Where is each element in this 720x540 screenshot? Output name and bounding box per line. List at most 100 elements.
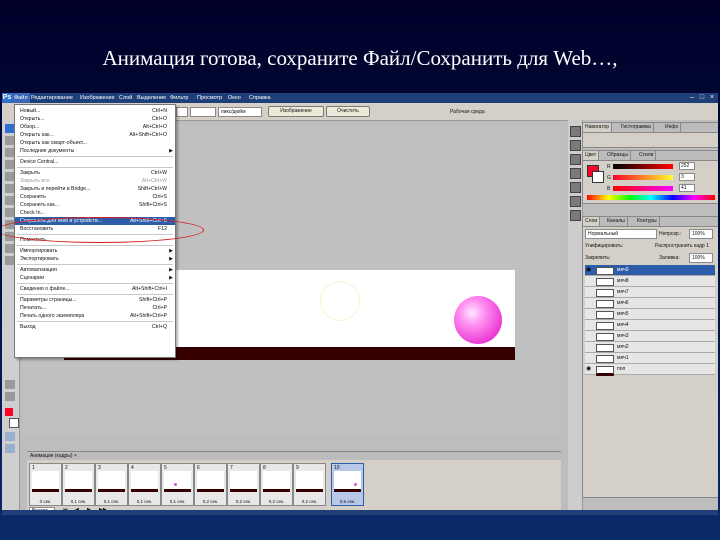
tool-presets-dock-icon[interactable]: [570, 168, 581, 179]
layer-row[interactable]: мяч3: [585, 331, 715, 342]
zoom-tool-icon[interactable]: [5, 392, 15, 401]
layer-row[interactable]: мяч7: [585, 287, 715, 298]
menu-item-recent-documents[interactable]: Последние документы ▶: [15, 147, 175, 155]
menu-item-print[interactable]: Печатать... Ctrl+P: [15, 304, 175, 312]
menu-item-check-in[interactable]: Check In...: [15, 209, 175, 217]
menu-layer[interactable]: Слой: [117, 93, 134, 103]
menu-window[interactable]: Окно: [226, 93, 243, 103]
submenu-arrow-icon: ▶: [169, 275, 173, 281]
hand-tool-icon[interactable]: [5, 380, 15, 389]
tab-swatches[interactable]: Образцы: [605, 151, 632, 160]
animation-frame[interactable]: 10 сек.: [29, 463, 62, 506]
resolution-unit-select[interactable]: пикс/дюйм: [218, 107, 262, 117]
navigator-dock-icon[interactable]: [570, 126, 581, 137]
animation-frame[interactable]: 9 0,2 сек.: [293, 463, 326, 506]
tab-navigator[interactable]: Навигатор: [583, 123, 613, 132]
image-button[interactable]: Изображение: [268, 106, 324, 117]
tab-info[interactable]: Инфо: [663, 123, 682, 132]
animation-frame[interactable]: 6 0,2 сек.: [194, 463, 227, 506]
eye-icon[interactable]: ◉: [586, 267, 594, 273]
tab-channels[interactable]: Каналы: [605, 217, 628, 226]
background-color-swatch[interactable]: [9, 418, 19, 428]
blue-slider[interactable]: [613, 186, 673, 191]
screen-mode-icon[interactable]: [5, 444, 15, 453]
minimize-button[interactable]: –: [688, 94, 696, 101]
character-dock-icon[interactable]: [570, 196, 581, 207]
blend-mode-select[interactable]: Нормальный: [585, 229, 657, 239]
tab-styles[interactable]: Стили: [637, 151, 657, 160]
menu-item-page-setup[interactable]: Параметры страницы... Shift+Ctrl+P: [15, 296, 175, 304]
layer-row[interactable]: мяч5: [585, 309, 715, 320]
animation-frame[interactable]: 4 0,1 сек.: [128, 463, 161, 506]
menu-view[interactable]: Просмотр: [195, 93, 224, 103]
fill-field[interactable]: 100%: [689, 253, 713, 263]
menu-select[interactable]: Выделение: [135, 93, 168, 103]
menu-item-export[interactable]: Экспортировать ▶: [15, 255, 175, 263]
green-slider[interactable]: [613, 175, 673, 180]
quick-mask-icon[interactable]: [5, 432, 15, 441]
maximize-button[interactable]: □: [698, 94, 706, 101]
eye-icon[interactable]: ◉: [586, 366, 594, 372]
tab-histogram[interactable]: Гистограмма: [619, 123, 654, 132]
menu-item-import[interactable]: Импортировать ▶: [15, 247, 175, 255]
tab-paths[interactable]: Контуры: [635, 217, 660, 226]
paragraph-dock-icon[interactable]: [570, 210, 581, 221]
menu-item-file-info[interactable]: Сведения о файле... Alt+Shift+Ctrl+I: [15, 285, 175, 293]
history-dock-icon[interactable]: [570, 140, 581, 151]
menu-item-exit[interactable]: Выход Ctrl+Q: [15, 323, 175, 331]
menu-item-open[interactable]: Открыть... Ctrl+O: [15, 115, 175, 123]
propagate-frame-checkbox[interactable]: Распространить кадр 1: [655, 243, 709, 249]
menu-item-close-go-to-bridge[interactable]: Закрыть и перейти в Bridge... Shift+Ctrl+…: [15, 185, 175, 193]
menu-edit[interactable]: Редактирование: [29, 93, 75, 103]
layer-row[interactable]: мяч1: [585, 353, 715, 364]
animation-frame[interactable]: 3 0,1 сек.: [95, 463, 128, 506]
workspace-label[interactable]: Рабочая среда: [450, 109, 485, 115]
menu-item-browse[interactable]: Обзор... Alt+Ctrl+O: [15, 123, 175, 131]
animation-panel-title[interactable]: Анимация (кадры) ×: [30, 453, 77, 459]
menu-item-automate[interactable]: Автоматизация ▶: [15, 266, 175, 274]
width-field[interactable]: [176, 107, 188, 117]
foreground-color-swatch[interactable]: [5, 408, 13, 416]
background-color-chip[interactable]: [592, 171, 604, 183]
layer-row[interactable]: ◉ мяч9: [585, 265, 715, 276]
tab-layers[interactable]: Слои: [583, 217, 601, 226]
layer-row[interactable]: мяч8: [585, 276, 715, 287]
opacity-field[interactable]: 100%: [689, 229, 713, 239]
close-button[interactable]: ×: [708, 94, 716, 101]
layer-row[interactable]: мяч2: [585, 342, 715, 353]
red-slider[interactable]: [613, 164, 673, 169]
animation-frame[interactable]: 7 0,2 сек.: [227, 463, 260, 506]
blue-value-field[interactable]: 41: [679, 184, 695, 192]
menu-item-close[interactable]: Закрыть Ctrl+W: [15, 169, 175, 177]
menu-item-open-as[interactable]: Открыть как... Alt+Shift+Ctrl+O: [15, 131, 175, 139]
animation-frame[interactable]: 2 0,1 сек.: [62, 463, 95, 506]
tab-color[interactable]: Цвет: [583, 151, 600, 160]
menu-item-close-all[interactable]: Закрыть все Alt+Ctrl+W: [15, 177, 175, 185]
menu-image[interactable]: Изображение: [78, 93, 117, 103]
clone-source-dock-icon[interactable]: [570, 182, 581, 193]
green-value-field[interactable]: 3: [679, 173, 695, 181]
menu-item-device-central[interactable]: Device Central...: [15, 158, 175, 166]
menu-item-new[interactable]: Новый... Ctrl+N: [15, 107, 175, 115]
menu-item-open-smart-object[interactable]: Открыть как смарт-объект...: [15, 139, 175, 147]
menu-item-save-as[interactable]: Сохранить как... Shift+Ctrl+S: [15, 201, 175, 209]
layer-row[interactable]: ◉ пол: [585, 364, 715, 376]
resolution-field[interactable]: [190, 107, 216, 117]
menu-file[interactable]: Файл: [12, 93, 30, 103]
color-ramp[interactable]: [587, 195, 715, 200]
brushes-dock-icon[interactable]: [570, 154, 581, 165]
menu-filter[interactable]: Фильтр: [168, 93, 190, 103]
clear-button[interactable]: Очистить: [326, 106, 370, 117]
animation-frame[interactable]: 8 0,2 сек.: [260, 463, 293, 506]
red-value-field[interactable]: 252: [679, 162, 695, 170]
menu-item-print-one-copy[interactable]: Печать одного экземпляра Alt+Shift+Ctrl+P: [15, 312, 175, 320]
menu-help[interactable]: Справка: [247, 93, 273, 103]
layer-row[interactable]: мяч6: [585, 298, 715, 309]
layer-thumbnail: [596, 333, 614, 341]
menu-item-save[interactable]: Сохранить Ctrl+S: [15, 193, 175, 201]
menu-item-scripts[interactable]: Сценарии ▶: [15, 274, 175, 282]
animation-frame[interactable]: 5 0,1 сек.: [161, 463, 194, 506]
layer-row[interactable]: мяч4: [585, 320, 715, 331]
layer-name: мяч8: [617, 278, 629, 284]
animation-frame[interactable]: 10 0,5 сек.: [331, 463, 364, 506]
